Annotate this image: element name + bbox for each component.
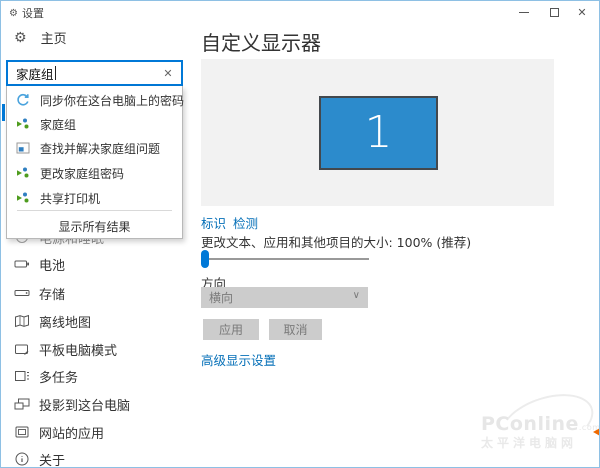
titlebar: ⚙ 设置 ✕ (1, 1, 599, 25)
sidebar-item-apps-for-websites[interactable]: 网站的应用 (1, 421, 191, 443)
close-button[interactable]: ✕ (567, 1, 597, 23)
home-label: 主页 (41, 28, 67, 47)
page-title: 自定义显示器 (201, 27, 321, 56)
scale-slider-thumb[interactable] (201, 250, 209, 268)
sidebar-item-battery[interactable]: 电池 (1, 253, 191, 275)
about-icon (14, 451, 30, 467)
maximize-button[interactable] (539, 1, 569, 23)
app-title: ⚙ 设置 (9, 5, 44, 21)
watermark-brand: PConline.com.cn (481, 413, 600, 435)
sidebar-item-tablet-mode[interactable]: 平板电脑模式 (1, 338, 191, 360)
search-results-dropdown: 同步你在这台电脑上的密码 家庭组 查找并解决家庭组问题 更改家庭组密码 共享打印 (6, 86, 183, 239)
display-preview-panel: 1 (201, 59, 554, 206)
storage-icon (14, 285, 30, 301)
text-caret (55, 66, 56, 80)
power-sleep-icon (14, 239, 30, 245)
offline-maps-icon (14, 313, 30, 329)
sidebar-item-partial[interactable]: 电源和睡眠 (1, 239, 189, 248)
apply-button[interactable]: 应用 (203, 319, 259, 340)
clear-search-icon[interactable]: ✕ (161, 67, 175, 80)
cancel-button[interactable]: 取消 (269, 319, 322, 340)
search-result-sync-passwords[interactable]: 同步你在这台电脑上的密码 (7, 89, 182, 111)
scale-slider-track[interactable] (201, 258, 369, 260)
detect-link[interactable]: 检测 (233, 213, 258, 232)
show-all-results[interactable]: 显示所有结果 (7, 217, 182, 237)
sidebar-item-multitasking[interactable]: 多任务 (1, 365, 191, 387)
sidebar-item-storage[interactable]: 存储 (1, 282, 191, 304)
settings-window: ⚙ 设置 ✕ ⚙ 主页 电源和睡眠 电池 存储 (0, 0, 600, 468)
sync-icon (15, 92, 31, 108)
close-icon: ✕ (577, 6, 586, 19)
maximize-icon (550, 8, 559, 17)
settings-app-icon: ⚙ (9, 8, 18, 19)
identify-link[interactable]: 标识 (201, 213, 226, 232)
search-result-change-homegroup-password[interactable]: 更改家庭组密码 (7, 162, 182, 184)
watermark-triangle (593, 427, 600, 437)
tablet-mode-icon (14, 341, 30, 357)
troubleshoot-icon (15, 140, 31, 156)
homegroup-icon (15, 116, 31, 132)
search-result-homegroup[interactable]: 家庭组 (7, 113, 182, 135)
search-result-share-printers[interactable]: 共享打印机 (7, 187, 182, 209)
monitor-1[interactable]: 1 (319, 96, 438, 170)
sidebar-item-projecting[interactable]: 投影到这台电脑 (1, 393, 191, 415)
advanced-display-settings-link[interactable]: 高级显示设置 (201, 350, 276, 369)
chevron-down-icon: ∨ (353, 290, 360, 301)
watermark-subtitle: 太平洋电脑网 (481, 434, 577, 451)
sidebar-item-offline-maps[interactable]: 离线地图 (1, 310, 191, 332)
window-title: 设置 (22, 5, 44, 21)
sidebar-item-about[interactable]: 关于 (1, 448, 191, 468)
search-input[interactable]: 家庭组 ✕ (6, 60, 183, 86)
pconline-watermark: PConline.com.cn 太平洋电脑网 (469, 399, 600, 455)
orientation-select[interactable]: 横向 ∨ (201, 287, 368, 308)
selected-item-accent-bar (2, 104, 5, 121)
multitasking-icon (14, 368, 30, 384)
search-value: 家庭组 (16, 64, 54, 83)
homegroup-icon (15, 190, 31, 206)
search-result-troubleshoot-homegroup[interactable]: 查找并解决家庭组问题 (7, 137, 182, 159)
orientation-value: 横向 (209, 289, 233, 306)
gear-icon: ⚙ (14, 31, 27, 45)
dropdown-separator (17, 210, 172, 211)
minimize-icon (519, 12, 529, 13)
projecting-icon (14, 396, 30, 412)
monitor-number: 1 (365, 111, 393, 155)
scale-label: 更改文本、应用和其他项目的大小: 100% (推荐) (201, 232, 471, 251)
sidebar-item-home[interactable]: ⚙ 主页 (14, 28, 67, 47)
homegroup-icon (15, 165, 31, 181)
apps-for-websites-icon (14, 424, 30, 440)
battery-icon (14, 256, 30, 272)
minimize-button[interactable] (509, 1, 539, 23)
